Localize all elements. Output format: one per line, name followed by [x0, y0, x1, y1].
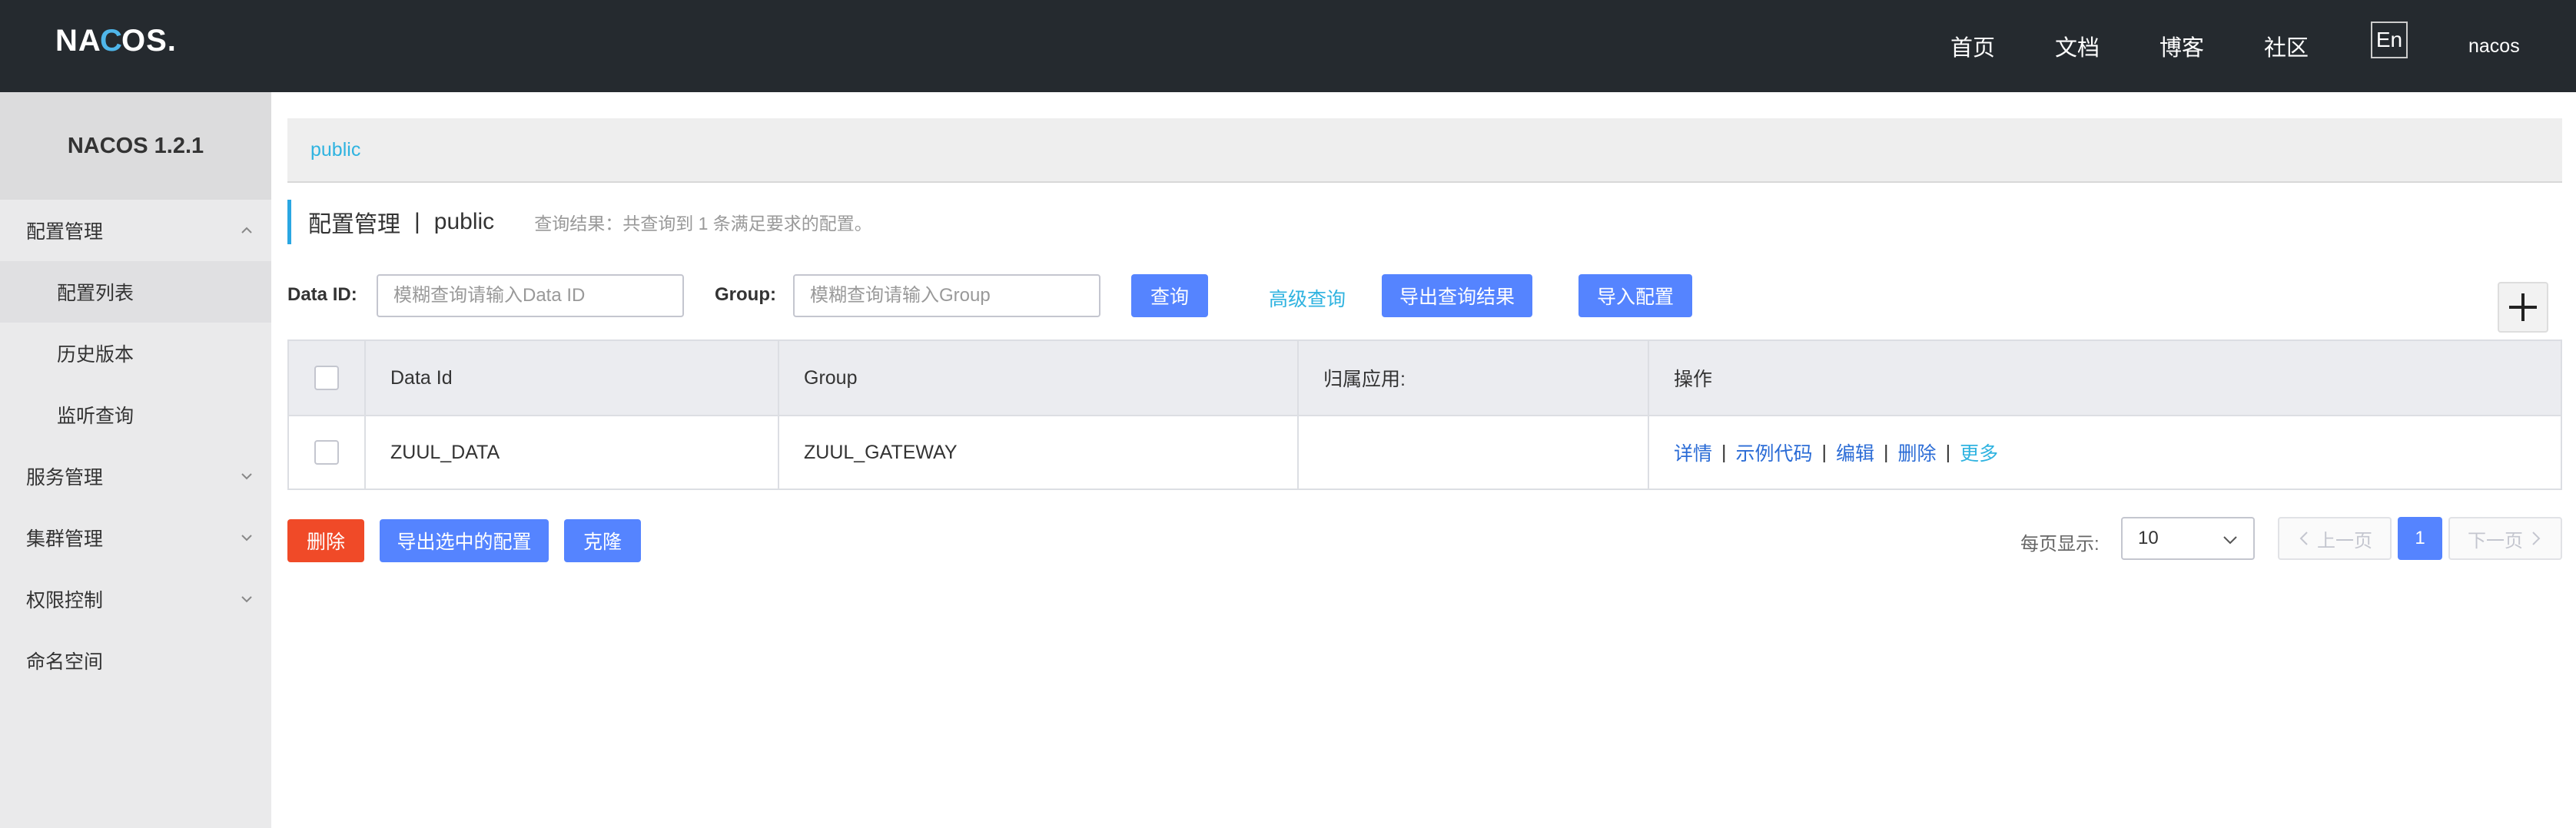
sidebar-item-config-list[interactable]: 配置列表	[0, 261, 271, 323]
data-id-label: Data ID:	[287, 284, 357, 305]
config-table: Data Id Group 归属应用: 操作 ZUUL_DATA ZUUL_GA…	[287, 339, 2562, 490]
action-delete-link[interactable]: 删除	[1898, 439, 1937, 466]
next-page-button[interactable]: 下一页	[2448, 517, 2562, 560]
sidebar: NACOS 1.2.1 配置管理 配置列表 历史版本 监听查询 服务管理 集群管…	[0, 92, 271, 828]
sidebar-item-label: 服务管理	[26, 467, 104, 489]
clone-button[interactable]: 克隆	[564, 519, 641, 562]
title-separator: |	[414, 209, 420, 234]
sidebar-item-label: 监听查询	[57, 406, 134, 427]
action-more-link[interactable]: 更多	[1960, 439, 1998, 466]
action-separator: |	[1945, 441, 1951, 463]
top-navbar: NA C OS. 首页 文档 博客 社区 En nacos	[0, 0, 2576, 92]
prev-page-button[interactable]: 上一页	[2278, 517, 2392, 560]
language-toggle[interactable]: En	[2371, 22, 2408, 58]
sidebar-item-service-management[interactable]: 服务管理	[0, 445, 271, 507]
advanced-query-link[interactable]: 高级查询	[1269, 284, 1346, 312]
import-config-button[interactable]: 导入配置	[1578, 274, 1692, 317]
action-details-link[interactable]: 详情	[1674, 439, 1712, 466]
row-checkbox-cell	[289, 416, 366, 489]
table-row: ZUUL_DATA ZUUL_GATEWAY 详情 | 示例代码 | 编辑 | …	[289, 415, 2561, 489]
action-separator: |	[1721, 441, 1727, 463]
column-header-actions: 操作	[1674, 369, 1713, 390]
chevron-down-icon	[241, 473, 252, 480]
page-size-label: 每页显示:	[2020, 534, 2100, 555]
plus-icon	[2509, 293, 2537, 321]
data-id-input[interactable]	[377, 274, 684, 317]
svg-text:NA: NA	[55, 24, 101, 57]
namespace-tab-public[interactable]: public	[310, 139, 360, 161]
select-all-checkbox[interactable]	[314, 366, 339, 390]
chevron-up-icon	[241, 227, 252, 233]
column-header-data-id[interactable]: Data Id	[366, 341, 779, 415]
sidebar-item-label: 配置列表	[57, 283, 134, 304]
sidebar-item-namespace[interactable]: 命名空间	[0, 630, 271, 691]
cell-data-id: ZUUL_DATA	[366, 416, 779, 489]
cell-group: ZUUL_GATEWAY	[779, 416, 1299, 489]
action-separator: |	[1821, 441, 1827, 463]
user-menu[interactable]: nacos	[2468, 0, 2520, 92]
next-page-label: 下一页	[2468, 530, 2523, 551]
sidebar-item-label: 历史版本	[57, 344, 134, 366]
chevron-down-icon	[2223, 536, 2237, 545]
nav-home[interactable]: 首页	[1950, 0, 1995, 92]
chevron-down-icon	[241, 535, 252, 542]
delete-button[interactable]: 删除	[287, 519, 364, 562]
cell-actions: 详情 | 示例代码 | 编辑 | 删除 | 更多	[1649, 416, 2561, 489]
chevron-right-icon	[2532, 532, 2541, 545]
chevron-left-icon	[2299, 532, 2308, 545]
column-header-app: 归属应用:	[1299, 341, 1649, 415]
row-checkbox[interactable]	[314, 440, 339, 465]
current-namespace: public	[433, 209, 495, 234]
svg-text:OS.: OS.	[121, 24, 177, 57]
action-edit-link[interactable]: 编辑	[1836, 439, 1874, 466]
action-sample-code-link[interactable]: 示例代码	[1736, 439, 1813, 466]
page-title: 配置管理	[308, 212, 400, 237]
sidebar-item-label: 命名空间	[26, 651, 104, 673]
svg-text:C: C	[100, 24, 123, 57]
group-label: Group:	[715, 284, 776, 305]
header-checkbox-cell	[289, 341, 366, 415]
table-header-row: Data Id Group 归属应用: 操作	[289, 341, 2561, 415]
sidebar-item-listener-query[interactable]: 监听查询	[0, 384, 271, 445]
logo-graphic: NA C OS.	[55, 24, 177, 57]
group-input[interactable]	[793, 274, 1100, 317]
query-button[interactable]: 查询	[1131, 274, 1208, 317]
page-size-select[interactable]: 10	[2121, 517, 2255, 560]
namespace-bar: public	[287, 118, 2562, 183]
sidebar-title: NACOS 1.2.1	[0, 92, 271, 200]
export-results-button[interactable]: 导出查询结果	[1382, 274, 1532, 317]
export-selected-button[interactable]: 导出选中的配置	[380, 519, 549, 562]
action-separator: |	[1884, 441, 1889, 463]
add-config-button[interactable]	[2498, 282, 2548, 333]
nacos-logo[interactable]: NA C OS.	[55, 20, 207, 58]
sidebar-item-access-control[interactable]: 权限控制	[0, 568, 271, 630]
column-header-group[interactable]: Group	[779, 341, 1299, 415]
page-title-bar: 配置管理 | public 查询结果：共查询到 1 条满足要求的配置。	[287, 200, 872, 244]
nav-community[interactable]: 社区	[2264, 0, 2309, 92]
sidebar-item-cluster-management[interactable]: 集群管理	[0, 507, 271, 568]
page-size-value: 10	[2138, 528, 2159, 548]
sidebar-item-label: 配置管理	[26, 221, 104, 243]
sidebar-item-history[interactable]: 历史版本	[0, 323, 271, 384]
nav-blog[interactable]: 博客	[2159, 0, 2204, 92]
prev-page-label: 上一页	[2317, 530, 2372, 551]
page-1-button[interactable]: 1	[2398, 517, 2442, 560]
chevron-down-icon	[241, 596, 252, 603]
cell-app	[1299, 416, 1649, 489]
query-result-text: 查询结果：共查询到 1 条满足要求的配置。	[534, 214, 872, 233]
nav-docs[interactable]: 文档	[2055, 0, 2100, 92]
sidebar-item-config-management[interactable]: 配置管理	[0, 200, 271, 261]
sidebar-item-label: 权限控制	[26, 590, 104, 611]
sidebar-item-label: 集群管理	[26, 528, 104, 550]
